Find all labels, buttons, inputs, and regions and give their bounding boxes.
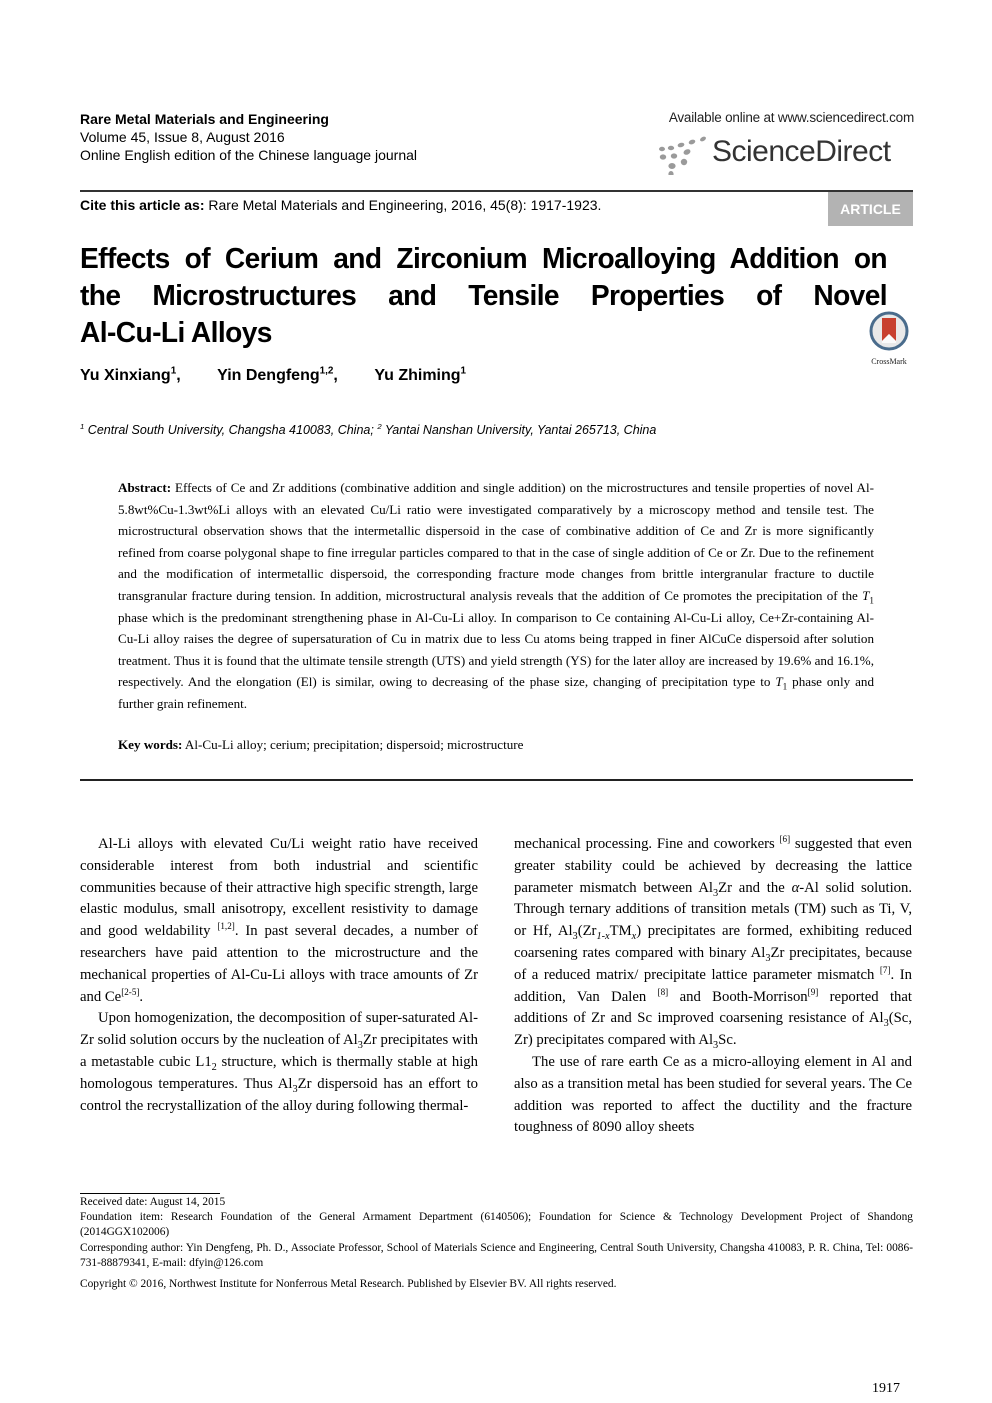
citation-ref[interactable]: [7] (880, 965, 891, 975)
citation-ref[interactable]: [6] (780, 834, 791, 844)
abstract-label: Abstract: (118, 480, 172, 495)
crossmark-icon (869, 311, 909, 351)
citation-ref[interactable]: [8] (658, 987, 669, 997)
abstract: Abstract: Effects of Ce and Zr additions… (118, 480, 874, 711)
paragraph: Upon homogenization, the decomposition o… (80, 1010, 478, 1114)
page-number: 1917 (872, 1381, 900, 1396)
cite-text: Rare Metal Materials and Engineering, 20… (204, 197, 602, 213)
journal-name: Rare Metal Materials and Engineering (80, 111, 329, 127)
footnote-divider (80, 1193, 220, 1194)
available-online-link[interactable]: Available online at www.sciencedirect.co… (630, 110, 914, 125)
keywords: Key words: Al-Cu-Li alloy; cerium; preci… (118, 737, 524, 752)
title-line: the Microstructures and Tensile Properti… (80, 280, 888, 312)
citation-line: Cite this article as: Rare Metal Materia… (80, 197, 601, 213)
abstract-divider (80, 779, 913, 781)
author: Yin Dengfeng1,2, (217, 365, 338, 384)
title-line: Effects of Cerium and Zirconium Microall… (80, 243, 888, 275)
received-date: Received date: August 14, 2015 (80, 1196, 226, 1208)
keywords-label: Key words: (118, 737, 183, 752)
affiliations: 1 Central South University, Changsha 410… (80, 421, 657, 437)
paragraph: mechanical processing. Fine and coworker… (514, 834, 913, 1052)
paragraph: Al-Li alloys with elevated Cu/Li weight … (80, 836, 478, 1005)
sciencedirect-block: Available online at www.sciencedirect.co… (630, 110, 914, 175)
foundation-item: Foundation item: Research Foundation of … (80, 1211, 913, 1239)
citation-ref[interactable]: [9] (808, 987, 819, 997)
copyright-notice: Copyright © 2016, Northwest Institute fo… (80, 1278, 617, 1290)
sciencedirect-logo[interactable]: ScienceDirect (630, 131, 914, 175)
title-line: Al-Cu-Li Alloys (80, 317, 272, 349)
crossmark-button[interactable]: CrossMark (866, 311, 912, 366)
body-column-right: mechanical processing. Fine and coworker… (514, 834, 912, 1139)
article-title: Effects of Cerium and Zirconium Microall… (80, 241, 888, 352)
header-divider (80, 190, 913, 192)
author: Yu Zhiming1 (374, 365, 467, 384)
article-type-badge: ARTICLE (828, 192, 913, 226)
footnotes: Received date: August 14, 2015 Foundatio… (80, 1195, 913, 1271)
corresponding-author: Corresponding author: Yin Dengfeng, Ph. … (80, 1241, 913, 1269)
crossmark-label: CrossMark (871, 357, 907, 366)
edition-note: Online English edition of the Chinese la… (80, 147, 418, 163)
citation-ref[interactable]: [2-5] (121, 987, 139, 997)
body-column-left: Al-Li alloys with elevated Cu/Li weight … (80, 834, 478, 1117)
cite-label: Cite this article as: (80, 197, 205, 213)
sciencedirect-wordmark: ScienceDirect (712, 135, 891, 168)
author: Yu Xinxiang1, (80, 365, 181, 384)
citation-ref[interactable]: [1,2] (217, 921, 234, 931)
volume-issue: Volume 45, Issue 8, August 2016 (80, 129, 285, 145)
paragraph: The use of rare earth Ce as a micro-allo… (514, 1053, 912, 1136)
author-list: Yu Xinxiang1, Yin Dengfeng1,2, Yu Zhimin… (80, 365, 498, 385)
journal-info: Rare Metal Materials and Engineering Vol… (80, 110, 417, 164)
